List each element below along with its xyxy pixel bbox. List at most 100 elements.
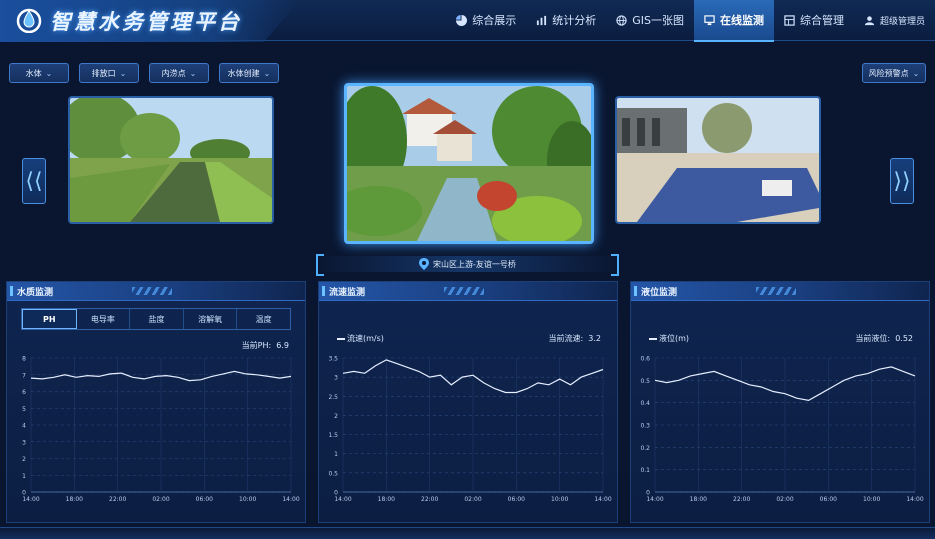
nav-item-gis[interactable]: GIS一张图 [606,0,694,40]
double-chevron-right-icon: ⟩⟩ [893,168,911,194]
logo-banner: 智慧水务管理平台 [0,0,300,42]
current-reading: 当前PH: 6.9 [242,340,289,351]
stripe-decoration [756,287,796,295]
nav-label: 在线监测 [719,14,764,27]
y-tick-label: 1 [334,451,338,458]
pie-icon [456,14,468,26]
tab-salinity[interactable]: 盐度 [130,309,184,329]
x-tick-label: 14:00 [906,496,923,503]
filter-outlet[interactable]: 排放口 ⌄ [79,63,139,83]
tab-temperature[interactable]: 温度 [237,309,290,329]
x-tick-label: 14:00 [594,496,611,503]
bar-chart-icon [537,15,547,25]
parameter-tabs: PH 电导率 盐度 溶解氧 温度 [21,308,291,330]
filter-water-body[interactable]: 水体 ⌄ [9,63,69,83]
nav-item-management[interactable]: 综合管理 [774,0,854,40]
globe-icon [616,14,627,26]
filter-label: 水体创建 [227,68,260,78]
site-photo-left[interactable] [68,96,274,224]
site-photo-right[interactable] [615,96,821,224]
stripe-decoration [444,287,484,295]
y-tick-label: 1 [22,473,26,480]
y-tick-label: 2.5 [328,394,338,401]
x-tick-label: 14:00 [646,496,663,503]
chevron-down-icon: ⌄ [45,68,53,78]
level-line-chart: 00.10.20.30.40.50.614:00 18:00 22:00 02:00 0… [640,356,923,504]
panel-header: 液位监测 [631,282,929,301]
legend-label: 流速(m/s) [347,334,384,343]
main-nav: 综合展示 统计分析 GIS一张图 在线监测 综合管理 超级管理员 [446,0,935,42]
nav-label: 综合展示 [472,14,517,27]
legend-label: 液位(m) [659,334,690,343]
canal-photo-image [70,98,272,222]
current-reading: 当前流速: 3.2 [548,333,601,344]
chart-legend: 液位(m) [649,333,689,344]
y-tick-label: 1.5 [328,432,338,439]
tab-ph[interactable]: PH [22,309,77,329]
x-tick-label: 02:00 [464,496,481,503]
x-tick-label: 18:00 [66,496,83,503]
flow-line-chart: 00.511.522.533.514:00 18:00 22:00 02:00 06:0… [328,356,611,504]
y-tick-label: 2 [334,413,338,420]
y-tick-label: 0.6 [640,356,650,363]
x-tick-label: 22:00 [109,496,126,503]
x-tick-label: 18:00 [378,496,395,503]
y-tick-label: 0.4 [640,400,650,407]
y-tick-label: 8 [22,356,26,363]
panel-title: 流速监测 [329,288,366,298]
y-tick-label: 0.5 [640,378,650,385]
bracket-left-decoration [316,254,324,276]
panel-header: 水质监测 [7,282,305,301]
x-tick-label: 22:00 [421,496,438,503]
current-value: 3.2 [588,334,601,343]
panel-flow: 流速监测 流速(m/s) 当前流速: 3.2 0 0.5 1 1.5 2 2.5 3 3.5 1… [318,281,618,523]
location-bar: 宋山区上游-友谊一号桥 [316,254,619,276]
tab-dissolved-oxygen[interactable]: 溶解氧 [184,309,238,329]
y-tick-label: 0.2 [640,445,650,452]
panel-header: 流速监测 [319,282,617,301]
stripe-decoration [132,287,172,295]
chevron-down-icon: ⌄ [119,68,127,78]
chart-legend: 流速(m/s) [337,333,384,344]
x-tick-label: 18:00 [690,496,707,503]
y-tick-label: 0.3 [640,423,650,430]
x-tick-label: 02:00 [152,496,169,503]
legend-swatch [649,337,657,340]
chevron-down-icon: ⌄ [263,68,271,78]
footer-bar [0,527,935,539]
y-tick-label: 0.1 [640,467,650,474]
nav-item-online-monitoring[interactable]: 在线监测 [693,0,774,42]
x-tick-label: 06:00 [508,496,525,503]
nav-item-statistics[interactable]: 统计分析 [526,0,606,40]
y-tick-label: 4 [22,423,26,430]
legend-swatch [337,337,345,340]
current-label: 当前流速: [548,334,584,343]
double-chevron-left-icon: ⟨⟨ [25,168,43,194]
current-reading: 当前液位: 0.52 [855,333,913,344]
current-label: 当前PH: [241,341,272,350]
filter-point[interactable]: 内涝点 ⌄ [149,63,209,83]
top-header: 智慧水务管理平台 综合展示 统计分析 GIS一张图 在线监测 综合管理 超级管理… [0,0,935,42]
nav-item-overview[interactable]: 综合展示 [446,0,526,40]
user-menu[interactable]: 超级管理员 [854,0,935,40]
village-river-photo-image [347,86,591,241]
filter-label: 内涝点 [161,68,186,78]
tab-conductivity[interactable]: 电导率 [77,309,131,329]
location-pin-icon [419,258,430,270]
user-name: 超级管理员 [879,16,925,27]
nav-label: 统计分析 [552,14,597,27]
filter-body-check[interactable]: 水体创建 ⌄ [219,63,279,83]
monitor-icon [704,14,715,25]
current-value: 6.9 [276,341,289,350]
filter-risk-point[interactable]: 风险预警点 ⌄ [862,63,926,83]
x-tick-label: 06:00 [820,496,837,503]
carousel-next-button[interactable]: ⟩⟩ [890,158,914,204]
filter-label: 风险预警点 [868,68,909,78]
app-title: 智慧水务管理平台 [50,10,242,34]
panel-water-quality: 水质监测 PH 电导率 盐度 溶解氧 温度 当前PH: 6.9 01234567… [6,281,306,523]
current-label: 当前液位: [855,334,891,343]
site-photo-center[interactable] [344,83,594,244]
carousel-prev-button[interactable]: ⟨⟨ [22,158,46,204]
water-drop-logo-icon [16,8,42,33]
panel-level: 液位监测 液位(m) 当前液位: 0.52 0 0.1 0.2 0.3 0.4 0.5 0.… [630,281,930,523]
